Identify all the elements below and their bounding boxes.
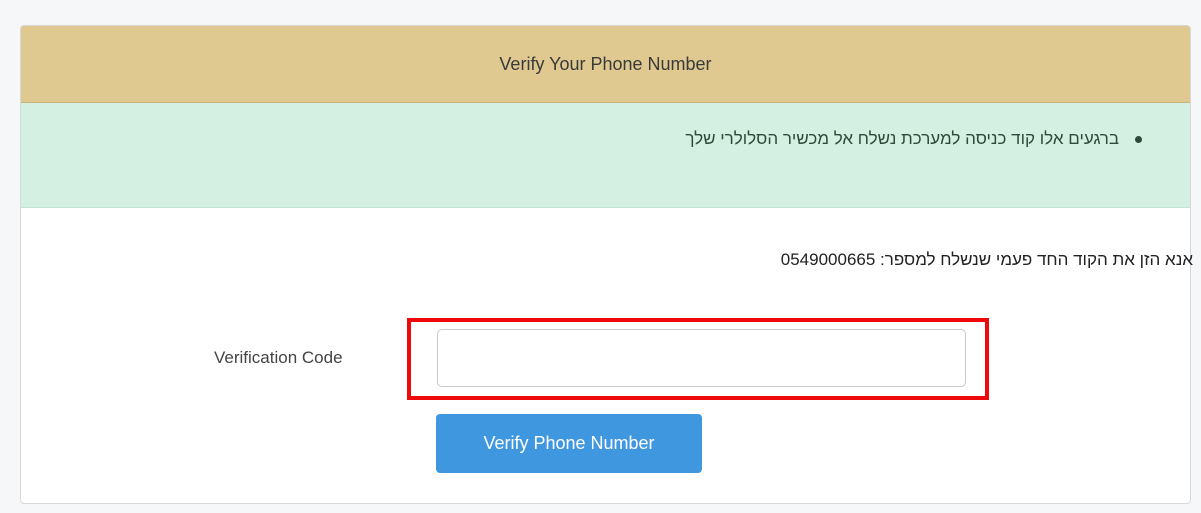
success-alert: ברגעים אלו קוד כניסה למערכת נשלח אל מכשי… <box>21 103 1190 208</box>
alert-message: ברגעים אלו קוד כניסה למערכת נשלח אל מכשי… <box>685 129 1119 148</box>
instruction-text: אנא הזן את הקוד החד פעמי שנשלח למספר: 05… <box>780 250 1193 269</box>
verification-code-label: Verification Code <box>214 348 343 367</box>
alert-list: ברגעים אלו קוד כניסה למערכת נשלח אל מכשי… <box>685 129 1142 149</box>
verify-phone-button[interactable]: Verify Phone Number <box>436 414 702 473</box>
alert-list-item: ברגעים אלו קוד כניסה למערכת נשלח אל מכשי… <box>685 129 1142 149</box>
page-title: Verify Your Phone Number <box>499 53 712 74</box>
card-header: Verify Your Phone Number <box>21 26 1190 103</box>
verification-code-input[interactable] <box>437 329 966 387</box>
bullet-icon <box>1135 135 1142 143</box>
